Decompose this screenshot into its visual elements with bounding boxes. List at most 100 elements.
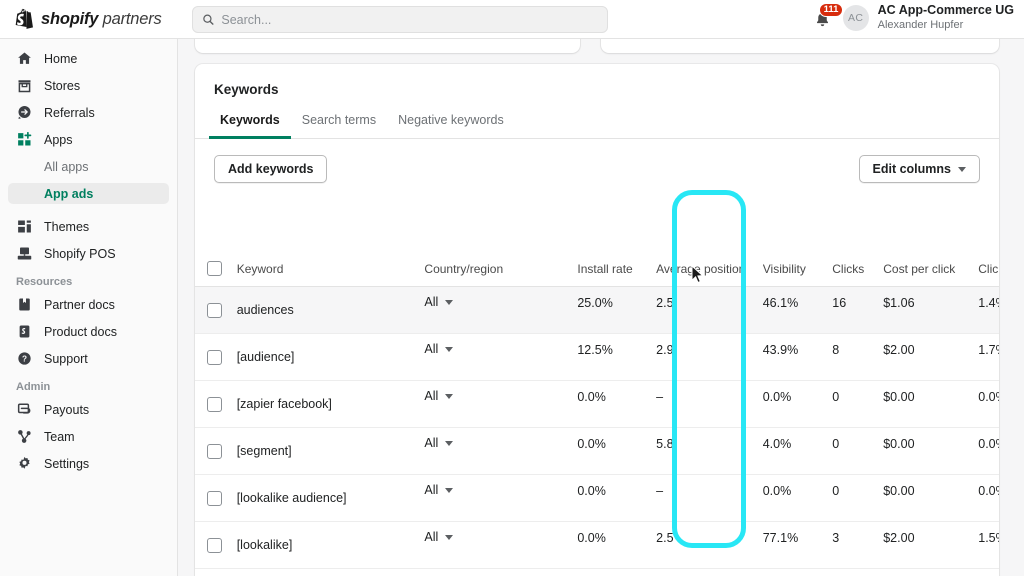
country-select-label: All [424, 436, 439, 450]
country-select[interactable]: All [424, 436, 577, 450]
cell-country-region[interactable]: All [424, 286, 578, 334]
account-area[interactable]: 111 AC AC App-Commerce UG Alexander Hupf… [812, 2, 1014, 32]
cell-country-region[interactable]: All [424, 568, 578, 576]
sidebar-item-label: Support [44, 351, 88, 366]
cell-visibility: 77.1% [762, 521, 833, 569]
chevron-down-icon [445, 299, 454, 305]
sidebar-item-payouts[interactable]: Payouts [8, 399, 169, 420]
brand-bold: shopify [41, 9, 99, 28]
sidebar-item-referrals[interactable]: Referrals [8, 102, 169, 123]
row-checkbox[interactable] [207, 490, 222, 506]
tab-negative-keywords[interactable]: Negative keywords [387, 109, 515, 139]
referral-icon [16, 104, 33, 121]
cell-visibility: 0.0% [762, 380, 833, 428]
search-bar[interactable] [192, 6, 608, 33]
select-all-checkbox[interactable] [207, 261, 222, 276]
cell-country-region[interactable]: All [424, 380, 578, 428]
sidebar-item-label: Home [44, 51, 78, 66]
country-select-label: All [424, 530, 439, 544]
chevron-down-icon [445, 346, 454, 352]
country-select[interactable]: All [424, 530, 577, 544]
sidebar-item-app-ads[interactable]: App ads [8, 183, 169, 204]
country-select[interactable]: All [424, 295, 577, 309]
cell-install-rate: 0.0% [577, 474, 657, 522]
sidebar-item-label: Themes [44, 219, 90, 234]
cell-country-region[interactable]: All [424, 333, 578, 381]
tab-keywords[interactable]: Keywords [209, 109, 291, 139]
sidebar-item-shopify-pos[interactable]: Shopify POS [8, 243, 169, 264]
cell-install-rate: 0.0% [577, 521, 657, 569]
cell-visibility: 0.0% [762, 474, 833, 522]
cell-click-through-rate: 0.0% [978, 427, 999, 475]
country-select[interactable]: All [424, 389, 577, 403]
cell-visibility: 46.1% [762, 286, 833, 334]
column-header-cost-per-click[interactable]: Cost per click [883, 252, 979, 287]
column-header-install-rate[interactable]: Install rate [577, 252, 657, 287]
table-row[interactable]: [find audiences]All0.0%–0.0%0$0.000.0%0 [195, 568, 999, 576]
cell-install-rate: 25.0% [577, 286, 657, 334]
table-row[interactable]: [zapier facebook]All0.0%–0.0%0$0.000.0%0 [195, 380, 999, 428]
gear-icon [16, 455, 33, 472]
chevron-down-icon [445, 440, 454, 446]
column-header-visibility[interactable]: Visibility [762, 252, 833, 287]
cell-install-rate: 0.0% [577, 380, 657, 428]
home-icon [16, 50, 33, 67]
table-row[interactable]: [segment]All0.0%5.84.0%0$0.000.0%12 [195, 427, 999, 475]
sidebar-item-home[interactable]: Home [8, 48, 169, 69]
cell-country-region[interactable]: All [424, 521, 578, 569]
svg-text:?: ? [22, 355, 27, 364]
table-row[interactable]: [audience]All12.5%2.943.9%8$2.001.7%467 [195, 333, 999, 381]
sidebar-item-label: Referrals [44, 105, 95, 120]
row-checkbox[interactable] [207, 537, 222, 553]
edit-columns-button[interactable]: Edit columns [858, 155, 980, 183]
column-header-country-region[interactable]: Country/region [424, 252, 578, 287]
metrics-card-partial-left [195, 39, 580, 53]
column-header-clicks[interactable]: Clicks [832, 252, 884, 287]
main-content: Keywords Keywords Search terms Negative … [178, 39, 1024, 576]
sidebar-item-stores[interactable]: Stores [8, 75, 169, 96]
row-checkbox[interactable] [207, 443, 222, 459]
row-checkbox[interactable] [207, 302, 222, 318]
sidebar-item-settings[interactable]: Settings [8, 453, 169, 474]
cell-install-rate: 12.5% [577, 333, 657, 381]
shopify-partners-logo[interactable]: shopify partners [0, 8, 180, 31]
row-checkbox[interactable] [207, 349, 222, 365]
question-circle-icon: ? [16, 350, 33, 367]
sidebar-subitem-label: All apps [44, 159, 89, 174]
notifications-button[interactable]: 111 [812, 2, 844, 31]
column-header-click-through-rate[interactable]: Click through rate [978, 252, 999, 287]
table-row[interactable]: [lookalike]All0.0%2.577.1%3$2.001.5%196 [195, 521, 999, 569]
sidebar-subitem-label: App ads [44, 186, 94, 201]
payouts-icon [16, 401, 33, 418]
sidebar-item-support[interactable]: ? Support [8, 348, 169, 369]
column-header-keyword[interactable]: Keyword [236, 252, 425, 287]
country-select[interactable]: All [424, 483, 577, 497]
row-checkbox[interactable] [207, 396, 222, 412]
tab-search-terms[interactable]: Search terms [291, 109, 387, 139]
cell-average-position: – [656, 380, 763, 428]
sidebar-item-all-apps[interactable]: All apps [8, 156, 169, 177]
column-header-average-position[interactable]: Average position [656, 252, 763, 287]
sidebar-item-partner-docs[interactable]: Partner docs [8, 294, 169, 315]
tab-label: Search terms [301, 113, 377, 127]
keywords-table-scroll-area[interactable]: Keyword Country/region Install rate Aver… [195, 252, 999, 576]
sidebar-item-team[interactable]: Team [8, 426, 169, 447]
table-row[interactable]: [lookalike audience] All 0.0% –0.0% 0 $0.00 0.… [195, 474, 999, 522]
table-row[interactable]: audiencesAll25.0%2.546.1%16$1.061.4%1,15… [195, 286, 999, 334]
sidebar-item-apps[interactable]: Apps [8, 129, 169, 150]
country-select[interactable]: All [424, 342, 577, 356]
cell-keyword: [zapier facebook] [236, 380, 425, 428]
cell-click-through-rate: 1.4% [978, 286, 999, 334]
cell-average-position: 2.9 [656, 333, 763, 381]
add-keywords-button[interactable]: Add keywords [214, 155, 328, 183]
cell-country-region[interactable]: All [424, 427, 578, 475]
cell-country-region[interactable]: All [424, 474, 578, 522]
sidebar-item-themes[interactable]: Themes [8, 216, 169, 237]
cell-average-position: – [656, 568, 763, 576]
brand-wordmark: shopify partners [41, 10, 162, 29]
search-input[interactable] [221, 12, 598, 27]
cell-visibility: 4.0% [762, 427, 833, 475]
sidebar-item-product-docs[interactable]: Product docs [8, 321, 169, 342]
avatar[interactable]: AC [842, 4, 869, 31]
cell-clicks: 0 [832, 568, 884, 576]
